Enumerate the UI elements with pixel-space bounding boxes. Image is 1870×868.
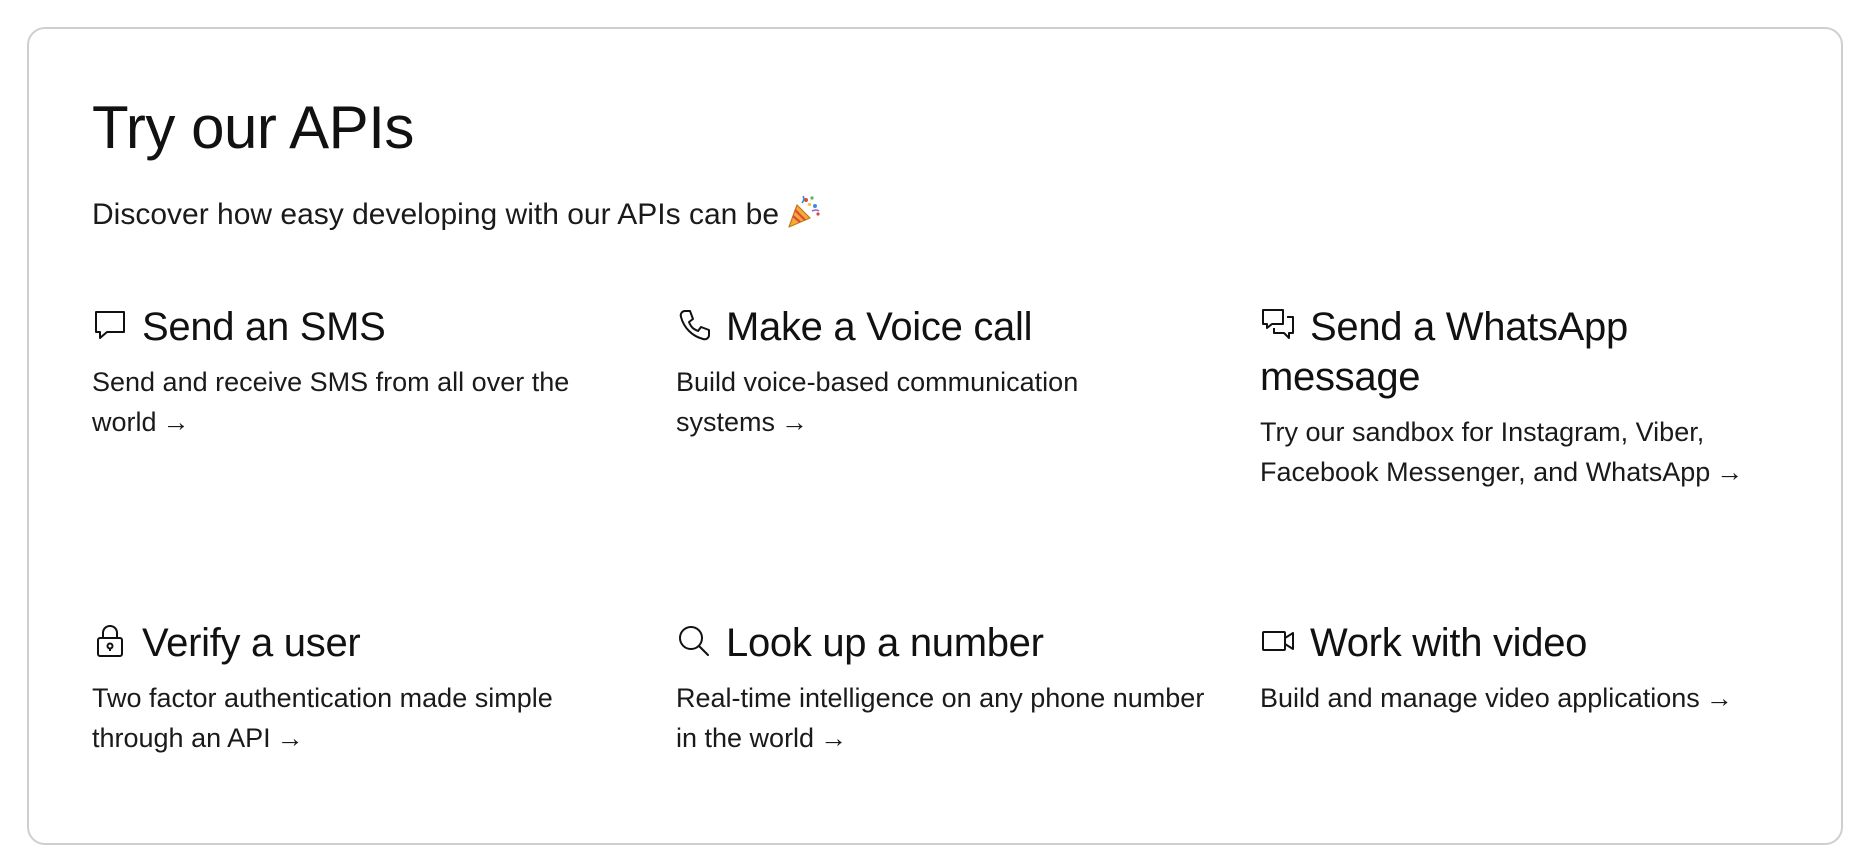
feature-title: Send a WhatsApp message <box>1260 302 1780 402</box>
feature-description: Two factor authentication made simple th… <box>92 683 553 753</box>
arrow-right-icon: → <box>1716 457 1744 487</box>
voice-call-link[interactable]: Build voice-based communication systems → <box>676 362 1216 442</box>
feature-title: Work with video <box>1260 618 1820 668</box>
arrow-right-icon: → <box>162 407 190 437</box>
chat-bubbles-icon <box>1262 309 1294 339</box>
feature-verify-user: Verify a user Two factor authentication … <box>92 618 632 758</box>
feature-title: Send an SMS <box>92 302 632 352</box>
feature-send-sms: Send an SMS Send and receive SMS from al… <box>92 302 632 442</box>
feature-title-text: Verify a user <box>142 621 361 665</box>
arrow-right-icon: → <box>276 723 304 753</box>
whatsapp-message-link[interactable]: Try our sandbox for Instagram, Viber, Fa… <box>1260 412 1780 492</box>
arrow-right-icon: → <box>1705 683 1733 713</box>
subtitle-text: Discover how easy developing with our AP… <box>92 198 780 231</box>
feature-voice-call: Make a Voice call Build voice-based comm… <box>676 302 1216 442</box>
arrow-right-icon: → <box>820 723 848 753</box>
feature-description: Try our sandbox for Instagram, Viber, Fa… <box>1260 417 1711 487</box>
page-title: Try our APIs <box>92 94 414 161</box>
send-sms-link[interactable]: Send and receive SMS from all over the w… <box>92 362 632 442</box>
feature-title: Verify a user <box>92 618 632 668</box>
feature-title-text: Work with video <box>1310 621 1588 665</box>
feature-work-with-video: Work with video Build and manage video a… <box>1260 618 1820 718</box>
feature-lookup-number: Look up a number Real-time intelligence … <box>676 618 1216 758</box>
lookup-number-link[interactable]: Real-time intelligence on any phone numb… <box>676 678 1216 758</box>
search-icon <box>679 626 709 656</box>
feature-title: Make a Voice call <box>676 302 1216 352</box>
feature-title-text: Look up a number <box>726 621 1044 665</box>
page-subtitle: Discover how easy developing with our AP… <box>92 194 821 235</box>
feature-title-text: Make a Voice call <box>726 305 1033 349</box>
feature-title-text: Send a WhatsApp message <box>1260 305 1628 399</box>
feature-whatsapp-message: Send a WhatsApp message Try our sandbox … <box>1260 302 1780 492</box>
party-popper-icon <box>788 195 820 228</box>
lock-icon <box>97 625 123 657</box>
phone-icon <box>679 310 710 341</box>
feature-title-text: Send an SMS <box>142 305 386 349</box>
verify-user-link[interactable]: Two factor authentication made simple th… <box>92 678 632 758</box>
chat-bubble-icon <box>95 311 125 339</box>
arrow-right-icon: → <box>781 407 809 437</box>
video-camera-icon <box>1262 631 1294 651</box>
feature-description: Build and manage video applications <box>1260 683 1700 713</box>
work-with-video-link[interactable]: Build and manage video applications → <box>1260 678 1820 718</box>
feature-description: Build voice-based communication systems <box>676 367 1079 437</box>
feature-description: Real-time intelligence on any phone numb… <box>676 683 1205 753</box>
feature-title: Look up a number <box>676 618 1216 668</box>
